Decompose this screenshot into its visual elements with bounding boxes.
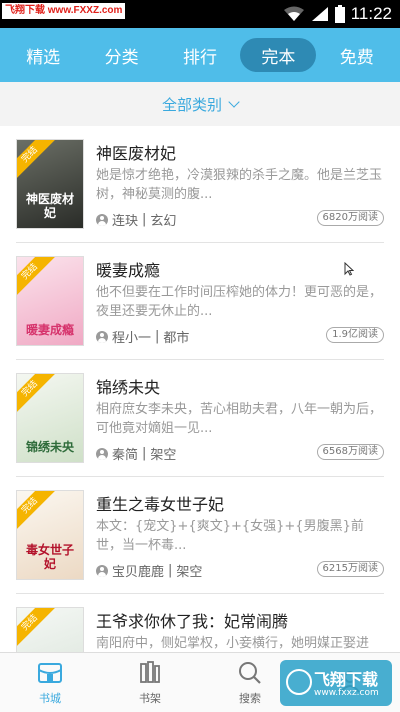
author-icon (96, 213, 108, 226)
nav-search-label: 搜索 (239, 691, 261, 705)
meta-divider: | (155, 329, 160, 344)
author-icon (96, 447, 108, 460)
bookshelf-icon (140, 660, 160, 683)
cover-title: 神医废材妃 (25, 192, 74, 220)
meta-divider: | (142, 212, 147, 227)
book-author: 宝贝鹿鹿 (112, 565, 165, 580)
author-icon (96, 330, 108, 343)
book-meta: 宝贝鹿鹿 | 架空 (96, 561, 202, 580)
book-author: 秦简 (112, 448, 139, 463)
book-desc: 相府庶女李未央，苦心相助夫君，八年一朝为后，可他竟对嫡姐一见... (96, 402, 383, 436)
book-item[interactable]: 完结 王爷求你休了我：妃常闹腾 南阳府中，侧妃掌权，小妾横行，她明媒正娶进 (0, 594, 400, 652)
book-item[interactable]: 锦绣未央 完结 锦绣未央 相府庶女李未央，苦心相助夫君，八年一朝为后，可他竟对嫡… (0, 360, 400, 477)
book-genre: 都市 (163, 331, 190, 346)
read-count-badge: 6568万阅读 (316, 444, 384, 460)
tab-paihang[interactable]: 排行 (162, 38, 238, 72)
read-count-badge: 6215万阅读 (316, 561, 384, 577)
book-item[interactable]: 毒女世子妃 完结 重生之毒女世子妃 本文：{宠文}+{爽文}+{女强}+{男腹黑… (0, 477, 400, 594)
cover-title: 锦绣未央 (25, 440, 74, 454)
status-bar: 飞翔下载 www.FXXZ.com 11:22 (0, 0, 400, 28)
chevron-down-icon (228, 96, 240, 108)
status-icons: 11:22 (283, 0, 392, 28)
category-filter-label: 全部类别 (161, 95, 222, 114)
tab-jingxuan[interactable]: 精选 (5, 38, 81, 72)
book-genre: 玄幻 (150, 214, 177, 229)
signal-icon (311, 7, 328, 21)
nav-bookstore[interactable]: 书城 (0, 653, 100, 712)
book-genre: 架空 (150, 448, 177, 463)
author-icon (96, 564, 108, 577)
tab-wanben[interactable]: 完本 (240, 38, 317, 72)
watermark-url: www.fxxz.com (314, 688, 379, 698)
book-cover: 毒女世子妃 完结 (16, 490, 84, 580)
book-title: 暖妻成瘾 (96, 261, 161, 280)
category-filter[interactable]: 全部类别 (0, 82, 400, 126)
cover-title: 毒女世子妃 (25, 543, 74, 571)
book-meta: 连玦 | 玄幻 (96, 210, 176, 229)
meta-divider: | (142, 446, 147, 461)
home-icon (38, 662, 62, 683)
cover-title: 暖妻成瘾 (25, 323, 74, 337)
book-author: 程小一 (112, 331, 152, 346)
meta-divider: | (168, 563, 173, 578)
book-meta: 秦简 | 架空 (96, 444, 176, 463)
watermark-top: 飞翔下载 www.FXXZ.com (2, 3, 126, 19)
book-meta: 程小一 | 都市 (96, 327, 189, 346)
book-item[interactable]: 神医废材妃 完结 神医废材妃 她是惊才绝艳，冷漠狠辣的杀手之魔。他是兰芝玉树，神… (0, 126, 400, 243)
top-tab-bar: 精选 分类 排行 完本 免费 (0, 28, 400, 82)
book-cover: 锦绣未央 完结 (16, 373, 84, 463)
book-cover: 暖妻成瘾 完结 (16, 256, 84, 346)
book-title: 王爷求你休了我：妃常闹腾 (96, 612, 289, 631)
book-desc: 南阳府中，侧妃掌权，小妾横行，她明媒正娶进 (96, 636, 370, 651)
book-author: 连玦 (112, 214, 139, 229)
book-cover: 神医废材妃 完结 (16, 139, 84, 229)
book-desc: 本文：{宠文}+{爽文}+{女强}+{男腹黑}前世，当一杯毒... (96, 519, 364, 553)
clock: 11:22 (350, 4, 392, 23)
nav-bookshelf-label: 书架 (139, 691, 161, 705)
book-title: 神医废材妃 (96, 144, 177, 163)
book-list[interactable]: 神医废材妃 完结 神医废材妃 她是惊才绝艳，冷漠狠辣的杀手之魔。他是兰芝玉树，神… (0, 126, 400, 652)
read-count-badge: 1.9亿阅读 (326, 327, 384, 343)
watermark-logo-icon (286, 669, 312, 695)
book-item[interactable]: 暖妻成瘾 完结 暖妻成瘾 他不但要在工作时间压榨她的体力！更可恶的是，夜里还要无… (0, 243, 400, 360)
search-icon (239, 661, 261, 684)
book-desc: 他不但要在工作时间压榨她的体力！更可恶的是，夜里还要无休止的... (96, 285, 383, 319)
watermark-name: 飞翔下载 (314, 670, 379, 689)
book-desc: 她是惊才绝艳，冷漠狠辣的杀手之魔。他是兰芝玉树，神秘莫测的腹... (96, 168, 383, 202)
watermark-logo: 飞翔下载 www.fxxz.com (280, 660, 392, 706)
battery-icon (334, 5, 345, 23)
wifi-icon (283, 6, 304, 21)
nav-bookshelf[interactable]: 书架 (100, 653, 200, 712)
book-title: 重生之毒女世子妃 (96, 495, 225, 514)
tab-fenlei[interactable]: 分类 (84, 38, 160, 72)
book-title: 锦绣未央 (96, 378, 161, 397)
book-cover: 完结 (16, 607, 84, 652)
read-count-badge: 6820万阅读 (316, 210, 384, 226)
book-genre: 架空 (176, 565, 203, 580)
mouse-cursor-icon (344, 262, 354, 276)
nav-bookstore-label: 书城 (39, 691, 61, 705)
tab-mianfei[interactable]: 免费 (319, 38, 395, 72)
